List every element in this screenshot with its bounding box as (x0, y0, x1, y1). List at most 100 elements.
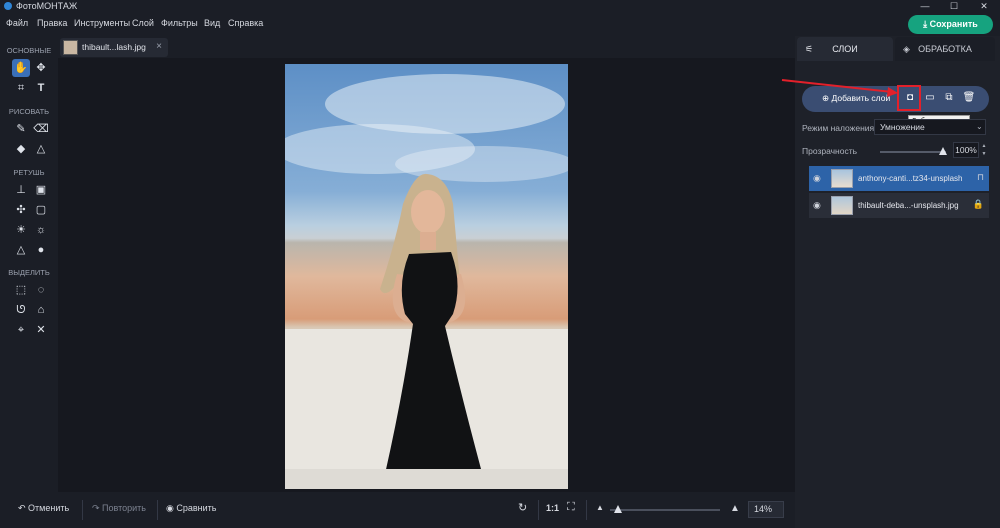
document-thumbnail (63, 40, 78, 55)
eye-icon[interactable]: ◉ (813, 200, 821, 211)
tab-processing-label: ОБРАБОТКА (918, 44, 972, 54)
blur-tool-icon[interactable]: ● (32, 241, 50, 259)
tool-group-retouch: РЕТУШЬ (13, 168, 45, 177)
close-tab-icon[interactable]: × (156, 41, 162, 52)
menu-file[interactable]: Файл (6, 18, 28, 28)
redo-button[interactable]: ↷ Повторить (92, 503, 146, 514)
brush-tool-icon[interactable]: ✎ (12, 120, 30, 138)
compare-button[interactable]: ◉ Сравнить (166, 503, 216, 514)
maximize-button[interactable]: ☐ (944, 0, 964, 12)
zoom-in-icon[interactable]: ▲ (730, 503, 740, 514)
zoom-slider-track[interactable] (610, 509, 720, 511)
photo-editor-window: ФотоМОНТАЖ — ☐ ✕ Файл Правка Инструменты… (0, 0, 1000, 528)
menu-filters[interactable]: Фильтры (161, 18, 198, 28)
sliders-icon: ⚟ (805, 44, 814, 54)
title-bar: ФотоМОНТАЖ — ☐ ✕ (0, 0, 1000, 12)
move-tool-icon[interactable]: ✥ (32, 59, 50, 77)
app-logo-icon (4, 2, 12, 10)
crop-tool-icon[interactable]: ⌗ (12, 79, 30, 97)
minimize-button[interactable]: — (915, 0, 935, 12)
menu-edit[interactable]: Правка (37, 18, 67, 28)
duplicate-icon[interactable]: ⧉ (942, 91, 956, 105)
ellipse-select-icon[interactable]: ◌ (32, 281, 50, 299)
lock-icon[interactable]: 🔒 (973, 199, 984, 210)
save-button[interactable]: ⤓ Сохранить (908, 15, 993, 34)
bottom-toolbar: ↶ Отменить ↷ Повторить ◉ Сравнить ↻ 1:1 … (0, 492, 795, 528)
tab-processing[interactable]: ◈ ОБРАБОТКА (895, 37, 995, 61)
blend-mode-select[interactable]: Умножение (874, 119, 986, 135)
zoom-value[interactable]: 14% (748, 501, 784, 518)
rotate-icon[interactable]: ↻ (518, 501, 527, 514)
eye-icon[interactable]: ◉ (813, 173, 821, 184)
divider (157, 500, 158, 520)
eye-icon: ◉ (166, 503, 177, 513)
menu-tools[interactable]: Инструменты (74, 18, 130, 28)
opacity-stepper[interactable]: ▲ ▼ (980, 142, 988, 158)
tab-layers[interactable]: ⚟ СЛОИ (797, 37, 893, 61)
shapes-tool-icon[interactable]: △ (32, 140, 50, 158)
lighten-tool-icon[interactable]: ☀ (12, 221, 30, 239)
eraser-tool-icon[interactable]: ⌫ (32, 120, 50, 138)
patch-tool-icon[interactable]: ▣ (32, 181, 50, 199)
tool-group-draw: РИСОВАТЬ (8, 107, 50, 116)
document-tab[interactable]: thibault...lash.jpg × (60, 38, 168, 57)
layer-row[interactable]: ◉ thibault-deba...-unsplash.jpg 🔒 (809, 193, 989, 218)
opacity-slider-track[interactable] (880, 151, 946, 153)
fit-screen-icon[interactable]: ⛶ (567, 501, 575, 514)
compare-label: Сравнить (176, 503, 217, 513)
divider (82, 500, 83, 520)
tab-layers-label: СЛОИ (832, 44, 858, 54)
lasso-select-icon[interactable]: ᘎ (12, 301, 30, 319)
blend-mode-label: Режим наложения: (802, 123, 877, 133)
zoom-out-icon[interactable]: ▲ (596, 503, 604, 512)
frame-tool-icon[interactable]: ▢ (32, 201, 50, 219)
annotation-arrow-icon (781, 79, 898, 97)
healing-tool-icon[interactable]: ✣ (12, 201, 30, 219)
actual-size-button[interactable]: 1:1 (546, 503, 559, 513)
undo-label: Отменить (28, 503, 70, 513)
photo-canvas[interactable] (285, 64, 568, 489)
redo-label: Повторить (102, 503, 146, 513)
magic-select-icon[interactable]: ⌖ (12, 321, 30, 339)
save-button-label: Сохранить (929, 19, 978, 29)
undo-button[interactable]: ↶ Отменить (18, 503, 69, 514)
trash-icon[interactable]: 🗑 (962, 91, 976, 105)
layer-row[interactable]: ◉ anthony-canti...tz34-unsplash ⊓ (809, 166, 989, 191)
tool-group-basic: ОСНОВНЫЕ (6, 46, 52, 55)
magic-wand-icon[interactable]: ✕ (32, 321, 50, 339)
text-tool-icon[interactable]: T (32, 79, 50, 97)
chevron-down-icon: ⌄ (976, 122, 983, 131)
document-tabs (58, 36, 795, 58)
redo-icon: ↷ (92, 503, 103, 513)
opacity-value[interactable]: 100% (953, 142, 979, 158)
layer-thumbnail (831, 196, 853, 215)
darken-tool-icon[interactable]: ☼ (32, 221, 50, 239)
zoom-slider-handle[interactable] (614, 505, 622, 513)
layers-icon: ◈ (903, 44, 910, 54)
menu-help[interactable]: Справка (228, 18, 263, 28)
folder-icon[interactable]: ▭ (923, 91, 937, 105)
unlock-icon[interactable]: ⊓ (977, 172, 984, 183)
stamp-tool-icon[interactable]: ⊥ (12, 181, 30, 199)
divider (586, 500, 587, 520)
sharpen-tool-icon[interactable]: △ (12, 241, 30, 259)
menu-view[interactable]: Вид (204, 18, 220, 28)
layer-name: anthony-canti...tz34-unsplash (858, 174, 963, 183)
fill-tool-icon[interactable]: ◆ (12, 140, 30, 158)
menu-bar: Файл Правка Инструменты Слой Фильтры Вид… (0, 12, 1000, 36)
document-name: thibault...lash.jpg (82, 42, 146, 52)
menu-layer[interactable]: Слой (132, 18, 154, 28)
highlight-box (897, 85, 921, 111)
close-button[interactable]: ✕ (974, 0, 994, 12)
rect-select-icon[interactable]: ⬚ (12, 281, 30, 299)
hand-tool-icon[interactable]: ✋ (12, 59, 30, 77)
app-title: ФотоМОНТАЖ (16, 1, 78, 11)
layer-name: thibault-deba...-unsplash.jpg (858, 201, 959, 210)
divider (538, 500, 539, 520)
undo-icon: ↶ (18, 503, 29, 513)
polygon-lasso-icon[interactable]: ⌂ (32, 301, 50, 319)
opacity-label: Прозрачность (802, 146, 858, 156)
opacity-slider-handle[interactable] (939, 147, 947, 155)
photo-illustration (285, 74, 568, 489)
tool-group-select: ВЫДЕЛИТЬ (8, 268, 50, 277)
